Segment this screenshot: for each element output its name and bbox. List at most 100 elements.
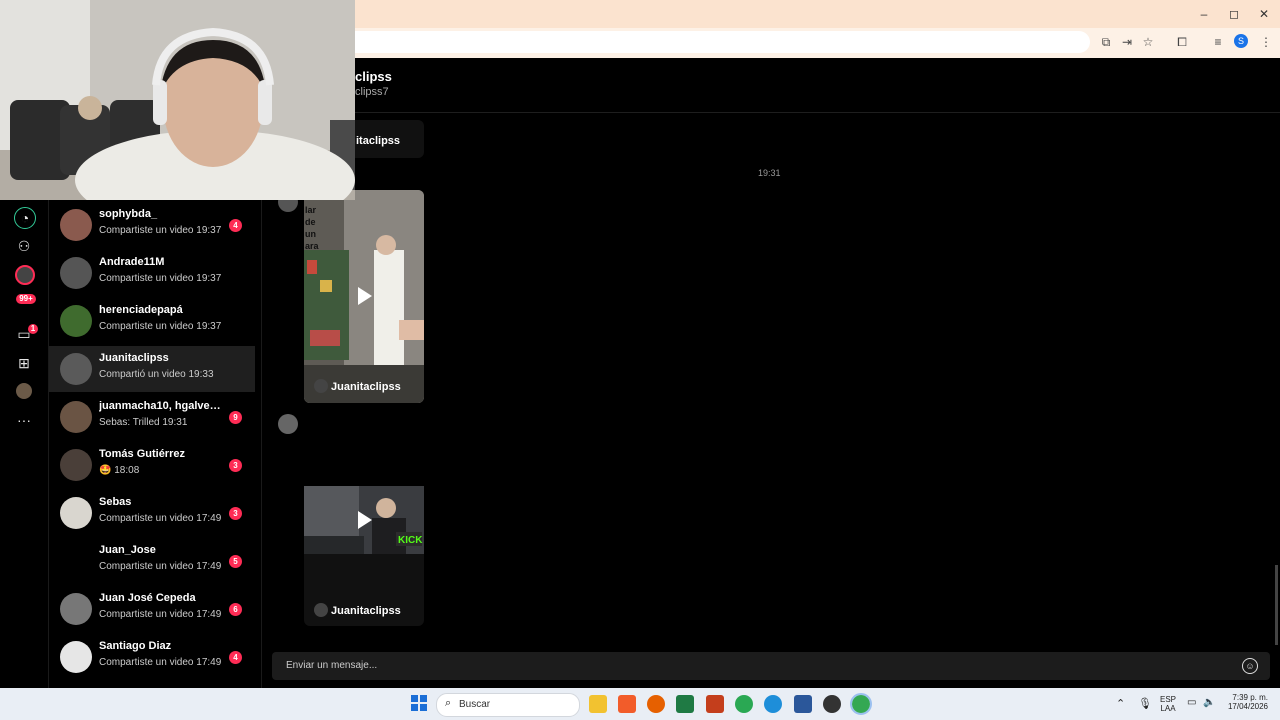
menu-kebab-icon[interactable]: ⋮ [1258, 34, 1274, 50]
conversation-preview: Compartiste un video 17:49 [99, 657, 222, 668]
unread-badge: 5 [229, 555, 242, 568]
maximize-button[interactable]: ◻ [1222, 4, 1246, 24]
chat-title[interactable]: clipss [355, 69, 392, 84]
start-button[interactable] [411, 695, 427, 711]
video-overlay-text: lar de un ara [305, 204, 319, 252]
conversation-item[interactable]: sophybda_ Compartiste un video 19:37 4 [49, 202, 255, 248]
firefox-icon[interactable] [647, 695, 665, 713]
address-bar[interactable] [330, 31, 1090, 53]
conversation-name: Andrade11M [99, 256, 165, 268]
conversation-preview: Compartió un video 19:33 [99, 369, 214, 380]
language-indicator[interactable]: ESP LAA [1160, 695, 1176, 713]
conversation-item[interactable]: herenciadepapá Compartiste un video 19:3… [49, 298, 255, 344]
conversation-name: Santiago Diaz [99, 640, 172, 652]
brave-icon[interactable] [618, 695, 636, 713]
language-code: ESP [1160, 695, 1177, 704]
upload-icon[interactable]: ⊞ [14, 353, 34, 373]
avatar [60, 641, 92, 673]
unread-badge: 3 [229, 459, 242, 472]
chrome-active-icon[interactable] [850, 693, 872, 715]
play-icon[interactable] [358, 287, 372, 305]
conversation-preview: Sebas: Trilled 19:31 [99, 417, 188, 428]
chat-header [262, 58, 1280, 113]
cast-icon[interactable]: ⇥ [1119, 34, 1135, 50]
tray-chevron-icon[interactable]: ⌃ [1116, 697, 1125, 710]
more-icon[interactable]: ··· [14, 410, 34, 430]
bookmark-star-icon[interactable]: ☆ [1140, 34, 1156, 50]
video-overlay-line: un [305, 229, 316, 239]
conversation-item[interactable]: Tomás Gutiérrez 🤩 18:08 3 [49, 442, 255, 488]
conversation-item[interactable]: Santiago Diaz Compartiste un video 17:49… [49, 634, 255, 680]
conversation-preview: Compartiste un video 17:49 [99, 561, 222, 572]
conversation-item[interactable]: Juan José Cepeda Compartiste un video 17… [49, 586, 255, 632]
avatar [60, 497, 92, 529]
taskbar-search[interactable]: ⌕ Buscar [436, 693, 580, 717]
conversation-item[interactable]: Juanitaclipss Compartió un video 19:33 [49, 346, 255, 392]
windows-icon [411, 695, 427, 711]
conversation-preview: Compartiste un video 19:37 [99, 321, 222, 332]
notifications-badge: 99+ [16, 294, 36, 304]
conversation-preview: Compartiste un video 19:37 [99, 225, 222, 236]
conversation-name: Juan José Cepeda [99, 592, 196, 604]
minimize-button[interactable]: – [1192, 4, 1216, 24]
clock-date: 17/04/2026 [1227, 702, 1268, 711]
avatar [60, 305, 92, 337]
file-explorer-icon[interactable] [589, 695, 607, 713]
unread-badge: 4 [229, 651, 242, 664]
avatar [60, 209, 92, 241]
message-timestamp: 19:31 [758, 168, 781, 178]
keyboard-layout: LAA [1160, 704, 1176, 713]
avatar [60, 401, 92, 433]
message-input-container: ☺ [272, 652, 1270, 680]
translate-icon[interactable]: ⧉ [1098, 34, 1114, 50]
conversation-item[interactable]: Juan_Jose Compartiste un video 17:49 5 [49, 538, 255, 584]
app-icon[interactable] [823, 695, 841, 713]
media-controls-icon[interactable]: ≡ [1210, 34, 1226, 50]
volume-icon[interactable]: 🔈 [1203, 697, 1215, 708]
profile-avatar[interactable]: S [1234, 34, 1248, 48]
navigation-rail: ◔ ⚇ 99+ ▭ 1 ⊞ ··· [0, 200, 49, 688]
extensions-icon[interactable]: ⧠ [1174, 34, 1190, 50]
word-icon[interactable] [794, 695, 812, 713]
explore-icon[interactable]: ◔ [14, 207, 36, 229]
excel-icon[interactable] [676, 695, 694, 713]
conversation-item[interactable]: Sebas Compartiste un video 17:49 3 [49, 490, 255, 536]
shared-video-card[interactable]: lar de un ara Juanitaclipss [304, 190, 424, 403]
conversation-item[interactable]: Andrade11M Compartiste un video 19:37 [49, 250, 255, 296]
video-overlay-line: ara [305, 241, 319, 251]
avatar [60, 449, 92, 481]
taskbar [0, 688, 1280, 720]
powerpoint-icon[interactable] [706, 695, 724, 713]
clock[interactable]: 7:39 p. m. 17/04/2026 [1222, 693, 1268, 711]
avatar [60, 353, 92, 385]
microphone-icon[interactable]: 🎙 [1138, 697, 1152, 710]
conversation-preview: Compartiste un video 17:49 [99, 609, 222, 620]
conversation-item[interactable]: juanmacha10, hgalvep... Sebas: Trilled 1… [49, 394, 255, 440]
conversation-name: Juan_Jose [99, 544, 156, 556]
message-input[interactable] [284, 659, 1228, 672]
play-icon[interactable] [358, 511, 372, 529]
search-icon: ⌕ [445, 697, 452, 709]
close-window-button[interactable]: ✕ [1252, 4, 1276, 24]
svg-text:KICK: KICK [398, 535, 423, 546]
conversation-name: sophybda_ [99, 208, 158, 220]
unread-badge: 9 [229, 411, 242, 424]
edge-icon[interactable] [764, 695, 782, 713]
chrome-icon[interactable] [735, 695, 753, 713]
profile-avatar[interactable] [16, 383, 32, 399]
conversation-name: Tomás Gutiérrez [99, 448, 185, 460]
live-icon[interactable] [15, 265, 35, 285]
conversation-name: juanmacha10, hgalvep... [99, 400, 223, 412]
conversation-list: sophybda_ Compartiste un video 19:37 4 A… [49, 200, 262, 688]
prev-video-author: itaclipss [356, 135, 401, 147]
conversation-preview: Compartiste un video 19:37 [99, 273, 222, 284]
unread-badge: 4 [229, 219, 242, 232]
emoji-icon[interactable]: ☺ [1242, 658, 1258, 674]
chat-scrollbar[interactable] [1275, 565, 1278, 645]
network-icon[interactable]: ▭ [1187, 697, 1196, 708]
sender-avatar[interactable] [278, 414, 298, 434]
conversation-preview: Compartiste un video 17:49 [99, 513, 222, 524]
following-icon[interactable]: ⚇ [14, 236, 34, 256]
shared-video-card[interactable]: KICK Juanitaclipss [304, 486, 424, 626]
video-overlay-line: lar [305, 205, 317, 215]
